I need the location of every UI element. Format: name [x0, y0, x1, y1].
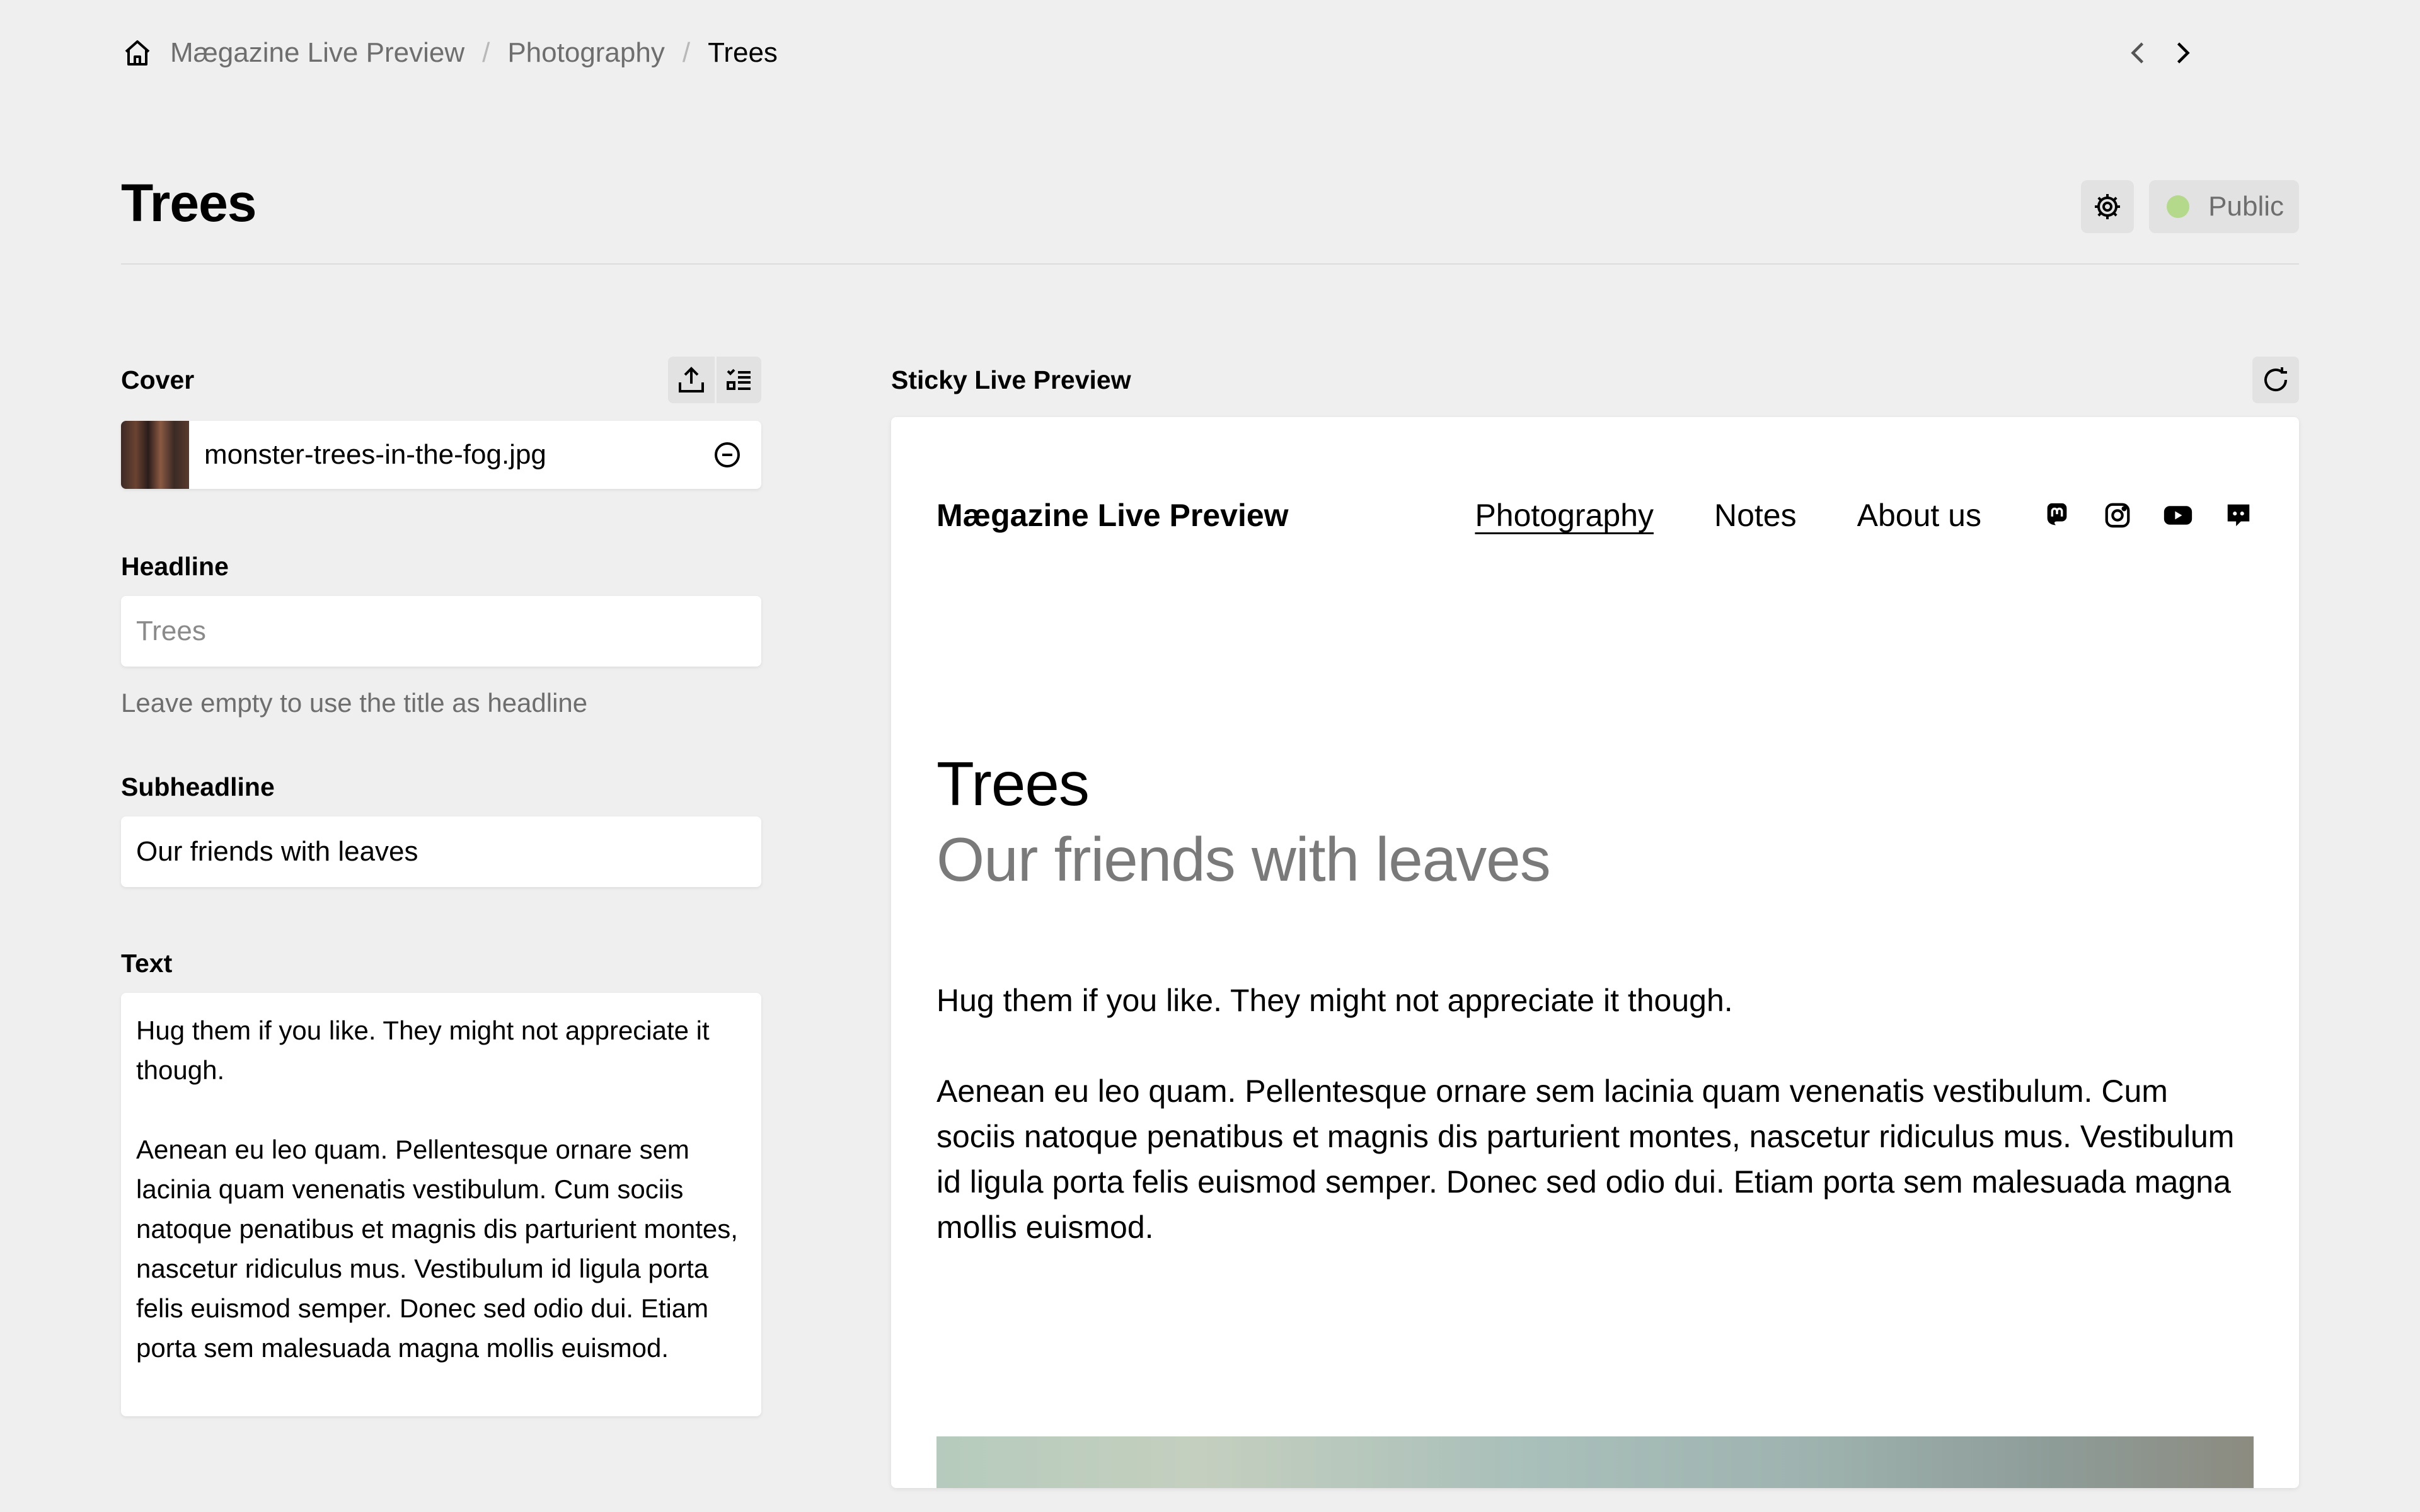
breadcrumb-item-site[interactable]: Mægazine Live Preview	[170, 37, 464, 69]
cover-thumbnail	[121, 421, 189, 489]
text-textarea[interactable]: Hug them if you like. They might not app…	[121, 993, 761, 1416]
preview-site-nav: Mægazine Live Preview Photography Notes …	[936, 484, 2254, 547]
cover-file[interactable]: monster-trees-in-the-fog.jpg	[121, 421, 761, 489]
preview-headline: Trees	[936, 749, 1090, 818]
field-cover: Cover monster-trees-in-the-fog.jpg	[121, 353, 761, 489]
upload-icon	[679, 367, 704, 392]
breadcrumb-item-photography[interactable]: Photography	[507, 37, 665, 69]
chevron-right-icon[interactable]	[2167, 34, 2199, 72]
discord-icon[interactable]	[2223, 500, 2254, 530]
preview-menu-about-us[interactable]: About us	[1857, 497, 1981, 534]
checklist-icon	[726, 369, 751, 390]
subheadline-input[interactable]: Our friends with leaves	[121, 816, 761, 887]
field-headline: Headline Leave empty to use the title as…	[121, 539, 761, 718]
preview-header: Sticky Live Preview	[891, 353, 2299, 407]
header-divider	[121, 263, 2299, 265]
field-label-text: Text	[121, 948, 173, 978]
live-preview: Mægazine Live Preview Photography Notes …	[891, 417, 2299, 1488]
instagram-icon[interactable]	[2102, 500, 2133, 530]
panel-app: Mægazine Live Preview / Photography / Tr…	[0, 0, 2420, 1512]
refresh-icon	[2264, 367, 2288, 392]
home-icon[interactable]	[121, 37, 154, 69]
page-title: Trees	[121, 173, 257, 232]
settings-button[interactable]	[2081, 180, 2135, 233]
preview-menu-notes[interactable]: Notes	[1714, 497, 1797, 534]
youtube-icon[interactable]	[2163, 500, 2193, 530]
cover-tools	[668, 357, 761, 403]
breadcrumb-separator: /	[682, 37, 691, 68]
preview-text: Hug them if you like. They might not app…	[936, 978, 2254, 1250]
status-label: Public	[2208, 191, 2284, 222]
preview-label: Sticky Live Preview	[891, 365, 1131, 394]
preview-subheadline: Our friends with leaves	[936, 825, 1551, 894]
preview-paragraph: Hug them if you like. They might not app…	[936, 983, 1733, 1018]
upload-button[interactable]	[668, 357, 715, 403]
status-button[interactable]: Public	[2149, 180, 2299, 233]
header-actions: Public	[2081, 180, 2299, 233]
breadcrumb-item-trees[interactable]: Trees	[708, 37, 778, 69]
mastodon-icon[interactable]	[2042, 500, 2072, 530]
breadcrumb: Mægazine Live Preview / Photography / Tr…	[121, 34, 778, 72]
breadcrumb-separator: /	[482, 37, 490, 68]
preview-site-name[interactable]: Mægazine Live Preview	[936, 497, 1289, 534]
remove-cover-button[interactable]	[693, 421, 761, 489]
gear-icon	[2095, 194, 2121, 219]
preview-social-links	[2042, 500, 2254, 530]
headline-help: Leave empty to use the title as headline	[121, 688, 588, 718]
field-text: Text Hug them if you like. They might no…	[121, 936, 761, 1416]
page-navigation	[2121, 34, 2199, 72]
chevron-left-icon[interactable]	[2121, 34, 2154, 72]
preview-paragraph: Aenean eu leo quam. Pellentesque ornare …	[936, 1074, 2235, 1245]
preview-menu-photography[interactable]: Photography	[1475, 497, 1654, 534]
form: Cover monster-trees-in-the-fog.jpg Headl…	[121, 353, 761, 1416]
select-file-button[interactable]	[715, 357, 761, 403]
headline-input[interactable]	[121, 596, 761, 667]
field-label-headline: Headline	[121, 551, 229, 581]
field-label-subheadline: Subheadline	[121, 772, 275, 801]
preview-cover-image	[936, 1436, 2254, 1488]
field-subheadline: Subheadline Our friends with leaves	[121, 760, 761, 887]
refresh-preview-button[interactable]	[2252, 357, 2299, 403]
preview-menu: Photography Notes About us	[1414, 497, 2254, 534]
field-label-cover: Cover	[121, 365, 195, 394]
minus-circle-icon	[715, 442, 740, 467]
cover-filename: monster-trees-in-the-fog.jpg	[204, 439, 546, 470]
status-dot	[2167, 195, 2190, 218]
